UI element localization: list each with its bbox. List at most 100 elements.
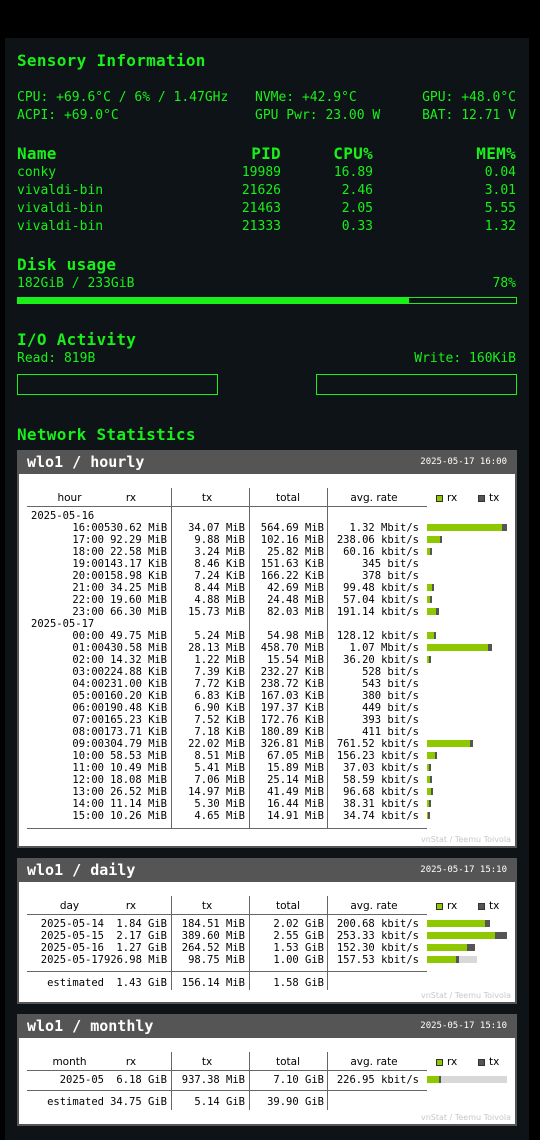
hour-cell: 11:00 (72, 762, 104, 774)
tx-cell: 22.02 MiB (188, 738, 245, 750)
tx-cell: 7.72 KiB (194, 678, 245, 690)
rx-cell: 2.17 GiB (116, 930, 167, 942)
rx-bar (427, 536, 441, 543)
vnstat-timestamp: 2025-05-17 15:10 (420, 865, 507, 875)
rate-cell: 411 bit/s (362, 726, 419, 738)
estimated-tx: 156.14 MiB (181, 977, 245, 989)
process-cell: 2.46 (341, 183, 373, 198)
date-group-label: 2025-05-17 (31, 618, 95, 630)
nvme-reading: NVMe: +42.9°C (255, 90, 357, 105)
rx-cell: 430.58 MiB (104, 642, 168, 654)
rx-bar (427, 608, 437, 615)
tx-legend-label: tx (489, 1056, 500, 1068)
tx-legend-swatch (478, 1059, 485, 1066)
hour-cell: 07:00 (72, 714, 104, 726)
total-cell: 15.54 MiB (267, 654, 324, 666)
gpu-power-reading: GPU Pwr: 23.00 W (255, 108, 381, 123)
column-divider (249, 1052, 250, 1110)
hour-cell: 05:00 (72, 690, 104, 702)
tx-bar (455, 956, 459, 963)
rx-bar (427, 740, 471, 747)
tx-bar (434, 632, 437, 639)
tx-bar (436, 608, 439, 615)
process-cell: 2.05 (341, 201, 373, 216)
column-divider (249, 488, 250, 828)
rx-bar (427, 920, 485, 927)
rx-cell: 11.14 MiB (110, 798, 167, 810)
rx-cell: 190.48 KiB (104, 702, 168, 714)
column-header: avg. rate (350, 492, 398, 504)
tx-bar (429, 596, 432, 603)
process-cell: 21463 (241, 201, 281, 216)
process-cell: 16.89 (333, 165, 373, 180)
vnstat-monthly-image: wlo1 / monthly 2025-05-17 15:10 month rx tx t… (17, 1014, 517, 1126)
rx-cell: 1.27 GiB (116, 942, 167, 954)
rate-cell: 528 bit/s (362, 666, 419, 678)
column-header: total (275, 900, 300, 912)
total-cell: 197.37 KiB (260, 702, 324, 714)
rate-cell: 191.14 kbit/s (336, 606, 419, 618)
rate-cell: 1.07 Mbit/s (349, 642, 419, 654)
io-read-graph (17, 374, 218, 395)
total-cell: 238.72 KiB (260, 678, 324, 690)
tx-bar (428, 764, 431, 771)
rx-legend-label: rx (447, 492, 458, 504)
io-title: I/O Activity (17, 330, 137, 349)
vnstat-title-bar: wlo1 / monthly 2025-05-17 15:10 (19, 1016, 515, 1038)
rx-cell: 14.32 MiB (110, 654, 167, 666)
process-cell: 21333 (241, 219, 281, 234)
column-header: total (275, 1056, 300, 1068)
estimated-total: 1.58 GiB (273, 977, 324, 989)
header-divider (27, 914, 427, 915)
hour-cell: 02:00 (72, 654, 104, 666)
disk-usage-bar (17, 297, 517, 304)
column-header: rx (125, 900, 137, 912)
rate-cell: 156.23 kbit/s (336, 750, 419, 762)
rate-cell: 200.68 kbit/s (336, 918, 419, 930)
rate-cell: 238.06 kbit/s (336, 534, 419, 546)
rate-cell: 1.32 Mbit/s (349, 522, 419, 534)
hour-cell: 15:00 (72, 810, 104, 822)
rate-cell: 393 bit/s (362, 714, 419, 726)
footer-divider (27, 828, 427, 829)
total-cell: 14.91 MiB (267, 810, 324, 822)
process-cell: 0.04 (484, 165, 516, 180)
disk-title: Disk usage (17, 255, 117, 274)
rx-cell: 160.20 KiB (104, 690, 168, 702)
tx-cell: 14.97 MiB (188, 786, 245, 798)
disk-used: 182GiB / 233GiB (17, 276, 135, 291)
rate-cell: 449 bit/s (362, 702, 419, 714)
column-header: day (59, 900, 80, 912)
tx-legend-label: tx (489, 900, 500, 912)
tx-cell: 7.52 KiB (194, 714, 245, 726)
rx-bar (427, 956, 456, 963)
rate-cell: 37.03 kbit/s (343, 762, 419, 774)
total-cell: 25.82 MiB (267, 546, 324, 558)
estimated-label: estimated (47, 1096, 104, 1108)
rx-cell: 22.58 MiB (110, 546, 167, 558)
total-cell: 458.70 MiB (260, 642, 324, 654)
rx-cell: 158.98 KiB (104, 570, 168, 582)
total-cell: 41.49 MiB (267, 786, 324, 798)
total-cell: 180.89 KiB (260, 726, 324, 738)
tx-cell: 98.75 MiB (188, 954, 245, 966)
column-divider (171, 488, 172, 828)
tx-legend-swatch (478, 495, 485, 502)
total-cell: 42.69 MiB (267, 582, 324, 594)
vnstat-title: wlo1 / monthly (27, 1017, 154, 1035)
tx-bar (429, 656, 431, 663)
total-cell: 166.22 KiB (260, 570, 324, 582)
tx-cell: 5.30 MiB (194, 798, 245, 810)
rx-cell: 10.49 MiB (110, 762, 167, 774)
total-cell: 172.76 KiB (260, 714, 324, 726)
hour-cell: 03:00 (72, 666, 104, 678)
rx-cell: 1.84 GiB (116, 918, 167, 930)
rate-cell: 128.12 kbit/s (336, 630, 419, 642)
tx-cell: 3.24 MiB (194, 546, 245, 558)
hour-cell: 2025-05-14 (40, 918, 104, 930)
vnstat-hourly-image: wlo1 / hourly 2025-05-17 16:00 hour rx tx tot… (17, 450, 517, 848)
tx-bar (435, 752, 438, 759)
rate-cell: 96.68 kbit/s (343, 786, 419, 798)
column-header: tx (201, 492, 213, 504)
process-cell: vivaldi-bin (17, 219, 104, 234)
